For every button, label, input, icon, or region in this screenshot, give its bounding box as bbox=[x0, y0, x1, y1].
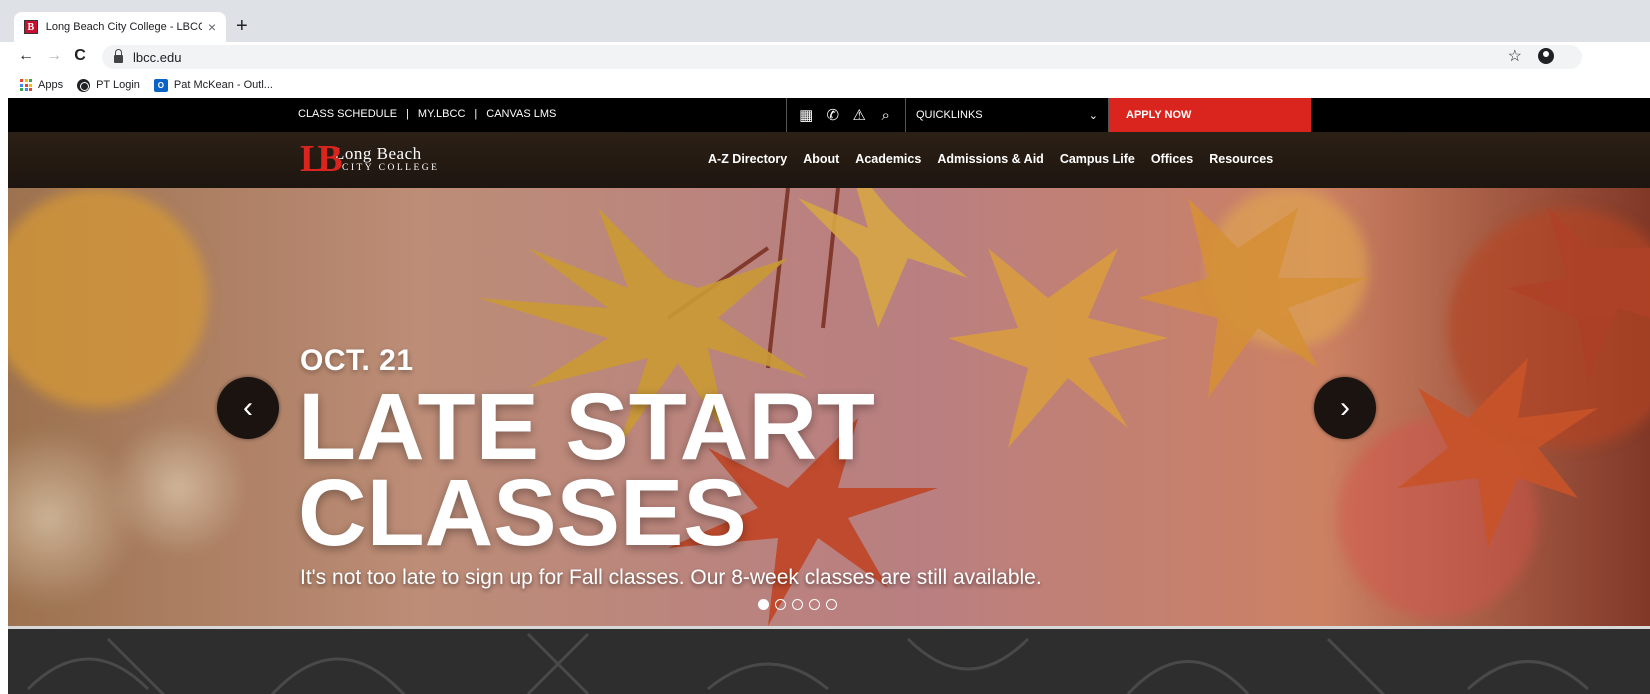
browser-tab[interactable]: B Long Beach City College - LBCC × bbox=[14, 12, 226, 42]
bookmarks-bar: Apps PT Login O Pat McKean - Outl... bbox=[0, 72, 1650, 98]
next-section-background bbox=[8, 626, 1650, 694]
carousel-dot-3[interactable] bbox=[792, 599, 803, 610]
bookmark-outlook[interactable]: O Pat McKean - Outl... bbox=[153, 78, 273, 92]
main-navigation: LB Long Beach CITY COLLEGE A-Z Directory… bbox=[8, 132, 1650, 188]
my-lbcc-link[interactable]: MY.LBCC bbox=[418, 108, 465, 120]
alert-icon[interactable]: ⚠ bbox=[850, 106, 868, 124]
calendar-icon[interactable]: ▦ bbox=[797, 106, 815, 124]
logo-wordmark: Long Beach CITY COLLEGE bbox=[334, 145, 439, 174]
bookmark-label: Apps bbox=[38, 79, 64, 91]
bookmark-pt-login[interactable]: PT Login bbox=[77, 78, 140, 92]
bookmark-star-icon[interactable]: ☆ bbox=[1508, 46, 1522, 66]
primary-menu: A-Z Directory About Academics Admissions… bbox=[708, 152, 1289, 166]
nav-academics[interactable]: Academics bbox=[855, 152, 921, 166]
url-text[interactable]: lbcc.edu bbox=[133, 50, 181, 65]
new-tab-button[interactable]: + bbox=[236, 16, 248, 36]
bookmark-label: Pat McKean - Outl... bbox=[173, 79, 273, 91]
utility-bar: CLASS SCHEDULE | MY.LBCC | CANVAS LMS ▦ … bbox=[8, 98, 1650, 132]
separator: | bbox=[406, 108, 409, 120]
dark-texture-image bbox=[8, 629, 1650, 694]
logo-line-2: CITY COLLEGE bbox=[342, 162, 440, 173]
carousel-dot-4[interactable] bbox=[809, 599, 820, 610]
chevron-down-icon: ⌄ bbox=[1088, 109, 1098, 122]
tab-close-icon[interactable]: × bbox=[208, 19, 216, 35]
quicklinks-label: QUICKLINKS bbox=[916, 109, 983, 121]
utility-icons: ▦ ✆ ⚠ ⌕ bbox=[786, 98, 906, 132]
lbcc-logo[interactable]: LB Long Beach CITY COLLEGE bbox=[300, 140, 439, 178]
reload-icon[interactable]: C bbox=[70, 47, 90, 65]
hero-title-line-2: CLASSES bbox=[298, 460, 747, 566]
nav-offices[interactable]: Offices bbox=[1151, 152, 1193, 166]
lb-logo-mark-icon: LB bbox=[300, 138, 343, 180]
hero-title: LATE START CLASSES bbox=[298, 374, 875, 566]
search-icon[interactable]: ⌕ bbox=[877, 107, 895, 124]
bookmark-apps[interactable]: Apps bbox=[20, 79, 63, 91]
carousel-dot-5[interactable] bbox=[826, 599, 837, 610]
logo-line-1: Long Beach bbox=[334, 143, 422, 163]
class-schedule-link[interactable]: CLASS SCHEDULE bbox=[298, 108, 397, 120]
nav-az-directory[interactable]: A-Z Directory bbox=[708, 152, 787, 166]
lbcc-favicon-icon: B bbox=[24, 20, 38, 34]
browser-toolbar: ← → C lbcc.edu ☆ bbox=[0, 42, 1650, 72]
hero-date: OCT. 21 bbox=[300, 344, 414, 377]
apply-now-button[interactable]: APPLY NOW bbox=[1109, 98, 1311, 132]
hero-title-line-1: LATE START bbox=[298, 374, 875, 480]
forward-arrow-icon[interactable]: → bbox=[44, 47, 64, 65]
carousel-next-button[interactable]: › bbox=[1314, 377, 1376, 439]
lbcc-website: CLASS SCHEDULE | MY.LBCC | CANVAS LMS ▦ … bbox=[8, 98, 1650, 694]
chevron-left-icon: ‹ bbox=[243, 391, 253, 424]
tab-title: Long Beach City College - LBCC bbox=[45, 21, 202, 33]
bookmark-label: PT Login bbox=[96, 79, 140, 91]
outlook-icon: O bbox=[153, 78, 168, 92]
carousel-prev-button[interactable]: ‹ bbox=[217, 377, 279, 439]
carousel-dot-1[interactable] bbox=[758, 599, 769, 610]
quicklinks-dropdown[interactable]: QUICKLINKS ⌄ bbox=[906, 98, 1109, 132]
utility-links: CLASS SCHEDULE | MY.LBCC | CANVAS LMS bbox=[298, 108, 556, 120]
apps-grid-icon bbox=[20, 79, 32, 91]
nav-campus-life[interactable]: Campus Life bbox=[1060, 152, 1135, 166]
nav-about[interactable]: About bbox=[803, 152, 839, 166]
canvas-lms-link[interactable]: CANVAS LMS bbox=[486, 108, 556, 120]
carousel-dot-2[interactable] bbox=[775, 599, 786, 610]
phone-icon[interactable]: ✆ bbox=[824, 106, 842, 124]
globe-icon bbox=[77, 78, 91, 92]
lock-icon bbox=[114, 48, 123, 63]
carousel-pagination bbox=[758, 599, 843, 610]
separator: | bbox=[474, 108, 478, 120]
address-bar[interactable]: lbcc.edu bbox=[102, 45, 1582, 69]
profile-avatar-icon[interactable] bbox=[1538, 48, 1554, 64]
chevron-right-icon: › bbox=[1340, 391, 1350, 424]
back-arrow-icon[interactable]: ← bbox=[16, 47, 36, 65]
hero-carousel: OCT. 21 LATE START CLASSES It's not too … bbox=[8, 188, 1650, 626]
hero-subtitle: It's not too late to sign up for Fall cl… bbox=[300, 566, 1042, 589]
browser-tab-strip: B Long Beach City College - LBCC × + bbox=[0, 0, 1650, 42]
nav-resources[interactable]: Resources bbox=[1209, 152, 1273, 166]
nav-admissions-aid[interactable]: Admissions & Aid bbox=[937, 152, 1044, 166]
